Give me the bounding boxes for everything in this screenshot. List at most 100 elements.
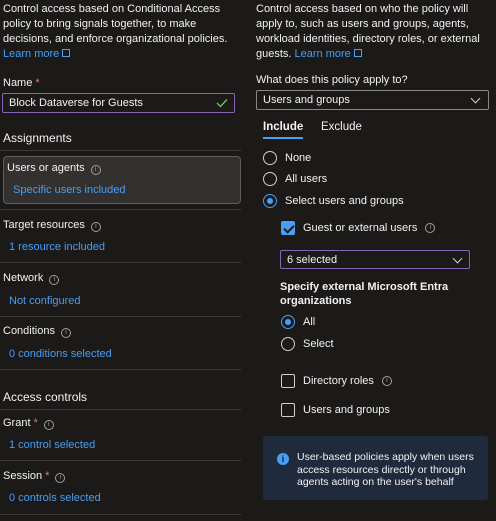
users-value-link[interactable]: Specific users included bbox=[13, 184, 126, 196]
tab-active-underline bbox=[263, 137, 304, 139]
divider bbox=[0, 262, 241, 263]
left-intro: Control access based on Conditional Acce… bbox=[3, 2, 243, 62]
left-learn-more-link[interactable]: Learn more bbox=[3, 48, 59, 60]
checkbox[interactable] bbox=[281, 403, 295, 417]
required-marker: * bbox=[45, 470, 50, 482]
directory-roles-checkbox-row[interactable]: Directory roles i bbox=[281, 374, 392, 388]
orgs-heading-line: Specify external Microsoft Entra bbox=[280, 281, 449, 293]
network-value-link[interactable]: Not configured bbox=[9, 295, 81, 307]
info-line: User-based policies apply when users bbox=[297, 451, 474, 463]
right-intro-line: workload identities, directory roles, or… bbox=[256, 33, 480, 45]
radio-select-users[interactable]: Select users and groups bbox=[263, 194, 404, 208]
radio-button[interactable] bbox=[281, 337, 295, 351]
info-icon: i bbox=[425, 223, 436, 233]
orgs-heading-line: organizations bbox=[280, 295, 352, 307]
external-link-icon bbox=[62, 49, 71, 57]
right-intro-line: guests. bbox=[256, 48, 292, 60]
applies-to-value: Users and groups bbox=[263, 94, 350, 106]
name-label: Name bbox=[3, 77, 33, 89]
radio-button[interactable] bbox=[281, 315, 295, 329]
info-icon: i bbox=[55, 473, 66, 483]
required-marker: * bbox=[35, 77, 40, 89]
radio-button[interactable] bbox=[263, 194, 277, 208]
tab-exclude[interactable]: Exclude bbox=[321, 121, 362, 133]
radio-org-all[interactable]: All bbox=[281, 315, 315, 329]
conditions-item[interactable]: Conditions i bbox=[3, 325, 71, 338]
info-circle-icon: i bbox=[277, 453, 289, 465]
users-or-agents-item[interactable]: Users or agents i Specific users included bbox=[3, 156, 241, 204]
policy-name-input[interactable]: Block Dataverse for Guests bbox=[2, 93, 235, 113]
target-resources-item[interactable]: Target resources i bbox=[3, 219, 101, 232]
right-intro: Control access based on who the policy w… bbox=[256, 2, 494, 62]
info-message-bar: i User-based policies apply when users a… bbox=[263, 436, 488, 500]
grant-label: Grant bbox=[3, 417, 31, 429]
org-all-label: All bbox=[303, 316, 316, 328]
guest-external-checkbox-row[interactable]: Guest or external users i bbox=[281, 221, 436, 235]
divider bbox=[0, 369, 241, 370]
target-value-link[interactable]: 1 resource included bbox=[9, 241, 105, 253]
session-value-link[interactable]: 0 controls selected bbox=[9, 492, 101, 504]
users-label: Users or agents bbox=[7, 162, 85, 174]
session-label: Session bbox=[3, 470, 43, 482]
orgs-heading: Specify external Microsoft Entra organiz… bbox=[280, 280, 448, 308]
info-line: access resources directly or through bbox=[297, 463, 466, 476]
right-intro-line: apply to, such as users and groups, agen… bbox=[256, 18, 469, 30]
info-icon: i bbox=[90, 222, 101, 232]
radio-button[interactable] bbox=[263, 172, 277, 186]
info-icon: i bbox=[43, 420, 54, 430]
tab-include[interactable]: Include bbox=[263, 121, 304, 139]
assignments-heading: Assignments bbox=[3, 131, 72, 145]
info-icon: i bbox=[381, 376, 392, 386]
required-marker: * bbox=[33, 417, 38, 429]
radio-all-users[interactable]: All users bbox=[263, 172, 327, 186]
grant-value-link[interactable]: 1 control selected bbox=[9, 439, 95, 451]
divider bbox=[0, 150, 241, 151]
checkbox-checked[interactable] bbox=[281, 221, 295, 235]
grant-item[interactable]: Grant * i bbox=[3, 417, 54, 430]
guest-types-value: 6 selected bbox=[287, 254, 338, 266]
users-groups-checkbox-row[interactable]: Users and groups bbox=[281, 403, 390, 417]
left-intro-line: decisions, and enforce organizational po… bbox=[3, 33, 228, 45]
divider bbox=[0, 460, 241, 461]
info-line: agents acting on the user's behalf bbox=[297, 476, 454, 488]
radio-button[interactable] bbox=[263, 151, 277, 165]
valid-check-icon bbox=[216, 99, 228, 108]
info-icon: i bbox=[49, 275, 60, 285]
divider bbox=[0, 316, 241, 317]
radio-none-label: None bbox=[285, 152, 312, 164]
conditions-label: Conditions bbox=[3, 325, 55, 337]
applies-to-dropdown[interactable]: Users and groups bbox=[256, 90, 489, 110]
directory-roles-label: Directory roles bbox=[303, 375, 374, 387]
org-select-label: Select bbox=[303, 338, 334, 350]
left-intro-line: policy to bring signals together, to mak… bbox=[3, 18, 197, 30]
external-link-icon bbox=[353, 49, 362, 57]
users-groups-label: Users and groups bbox=[303, 404, 390, 416]
checkbox[interactable] bbox=[281, 374, 295, 388]
chevron-down-icon bbox=[470, 93, 481, 104]
info-icon: i bbox=[90, 165, 101, 175]
right-learn-more-link[interactable]: Learn more bbox=[295, 48, 351, 60]
conditions-value-link[interactable]: 0 conditions selected bbox=[9, 348, 112, 360]
divider bbox=[0, 514, 241, 515]
chevron-down-icon bbox=[452, 253, 463, 264]
divider bbox=[0, 209, 241, 210]
access-controls-heading: Access controls bbox=[3, 390, 88, 404]
info-message-text: User-based policies apply when users acc… bbox=[297, 451, 474, 489]
target-label: Target resources bbox=[3, 219, 85, 231]
guest-types-dropdown[interactable]: 6 selected bbox=[280, 250, 470, 269]
session-item[interactable]: Session * i bbox=[3, 470, 66, 483]
tab-include-label: Include bbox=[263, 121, 304, 133]
network-label: Network bbox=[3, 272, 44, 284]
radio-none[interactable]: None bbox=[263, 151, 311, 165]
right-intro-line: Control access based on who the policy w… bbox=[256, 3, 469, 15]
radio-org-select[interactable]: Select bbox=[281, 337, 334, 351]
policy-name-value: Block Dataverse for Guests bbox=[9, 97, 143, 109]
left-intro-line: Control access based on Conditional Acce… bbox=[3, 3, 221, 15]
radio-all-users-label: All users bbox=[285, 173, 328, 185]
info-icon: i bbox=[60, 328, 71, 338]
name-label-row: Name * bbox=[3, 77, 40, 89]
radio-select-label: Select users and groups bbox=[285, 195, 404, 207]
network-item[interactable]: Network i bbox=[3, 272, 60, 285]
divider bbox=[0, 409, 241, 410]
guest-label: Guest or external users bbox=[303, 222, 418, 234]
